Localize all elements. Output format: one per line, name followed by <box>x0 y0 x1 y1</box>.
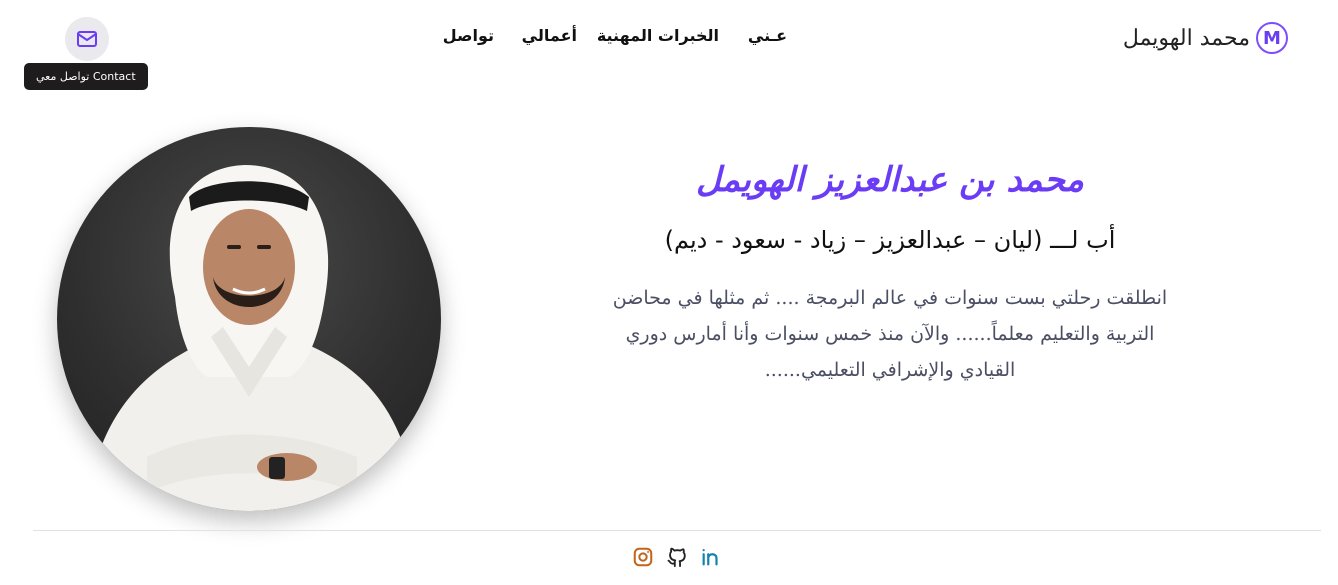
github-link[interactable] <box>666 546 688 568</box>
linkedin-icon <box>702 549 718 566</box>
intro-section: محمد بن عبدالعزيز الهويمل أب لـــ (ليان … <box>560 150 1220 388</box>
github-icon <box>667 547 686 568</box>
mail-icon <box>77 31 97 47</box>
social-links <box>632 546 722 568</box>
owner-name: محمد بن عبدالعزيز الهويمل <box>695 160 1084 200</box>
profile-photo <box>57 127 441 511</box>
profile-illustration <box>87 165 417 511</box>
contact-tooltip: تواصل معي Contact <box>24 63 148 90</box>
instagram-icon <box>633 547 653 567</box>
linkedin-link[interactable] <box>700 546 722 568</box>
site-logo[interactable]: M محمد الهويمل <box>1123 20 1288 56</box>
instagram-link[interactable] <box>632 546 654 568</box>
logo-text: محمد الهويمل <box>1122 25 1250 51</box>
family-line: أب لـــ (ليان – عبدالعزيز – زياد - سعود … <box>664 226 1116 254</box>
logo-badge: M <box>1256 22 1288 54</box>
nav-about[interactable]: عـني <box>727 26 787 45</box>
nav-experience[interactable]: الخبرات المهنية <box>597 26 719 45</box>
contact-button[interactable] <box>65 17 109 61</box>
site-header: M محمد الهويمل عـني الخبرات المهنية أعما… <box>0 0 1338 90</box>
bio-text: انطلقت رحلتي بست سنوات في عالم البرمجة .… <box>612 287 1168 381</box>
nav-works[interactable]: أعمالي <box>522 26 577 45</box>
nav-contact[interactable]: تواصل <box>440 26 494 45</box>
footer-divider <box>33 530 1321 531</box>
